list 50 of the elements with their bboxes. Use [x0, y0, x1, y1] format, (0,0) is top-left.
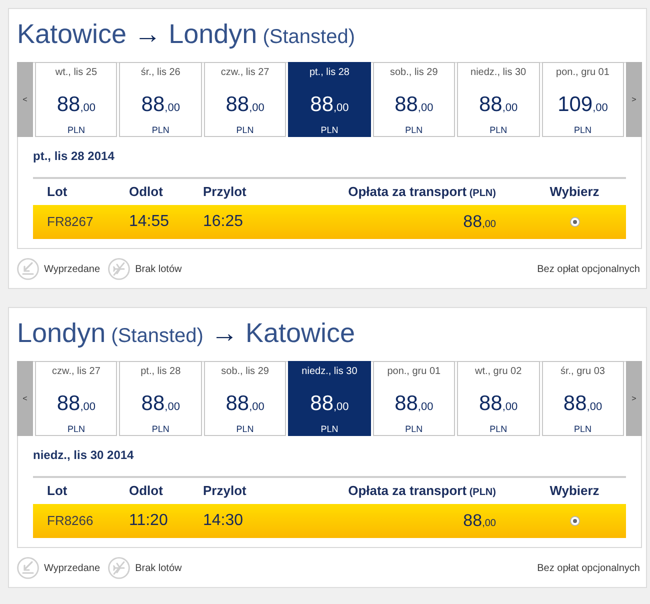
previous-dates-button[interactable]: <	[17, 62, 33, 137]
crossed-plane-icon	[108, 258, 130, 280]
next-dates-button[interactable]: >	[626, 361, 642, 436]
date-tile[interactable]: pt., lis 28 88,00 PLN	[119, 361, 202, 436]
optional-fees-note: Bez opłat opcjonalnych	[537, 562, 640, 576]
flight-number: FR8266	[47, 513, 94, 528]
arrival-time: 16:25	[203, 213, 244, 230]
legend-label: Brak lotów	[135, 262, 182, 276]
column-header: Opłata za transport (PLN)	[348, 483, 496, 498]
select-radio[interactable]	[570, 217, 580, 227]
flight-number: FR8267	[47, 214, 94, 229]
column-header: Przylot	[203, 483, 246, 498]
previous-dates-button[interactable]: <	[17, 361, 33, 436]
column-header: Lot	[47, 184, 68, 199]
departure-time: 14:55	[129, 213, 170, 230]
column-header: Lot	[47, 483, 68, 498]
optional-fees-note: Bez opłat opcjonalnych	[537, 262, 640, 276]
route-title: Londyn (Stansted) → Katowice	[17, 317, 356, 350]
departure-time: 11:20	[129, 512, 168, 529]
date-tile[interactable]: śr., lis 26 88,00 PLN	[119, 62, 202, 137]
crossed-plane-icon	[108, 557, 130, 579]
arrival-time: 14:30	[203, 512, 244, 529]
date-tile[interactable]: czw., lis 27 88,00 PLN	[35, 361, 118, 436]
date-tile[interactable]: pt., lis 28 88,00 PLN	[288, 62, 371, 137]
legend-label: Wyprzedane	[44, 562, 100, 576]
select-radio[interactable]	[570, 516, 580, 526]
route-title: Katowice → Londyn (Stansted)	[17, 18, 356, 51]
column-header: Odlot	[129, 184, 163, 199]
fare-price: 88,00	[463, 511, 496, 530]
date-tile[interactable]: sob., lis 29 88,00 PLN	[204, 361, 286, 436]
selected-date-heading: niedz., lis 30 2014	[33, 447, 135, 463]
date-tile[interactable]: niedz., lis 30 88,00 PLN	[288, 361, 371, 436]
date-tile[interactable]: pon., gru 01 88,00 PLN	[372, 361, 456, 436]
column-header: Wybierz	[550, 483, 600, 498]
selected-date-heading: pt., lis 28 2014	[33, 148, 116, 164]
column-header: Odlot	[129, 483, 163, 498]
date-tile[interactable]: sob., lis 29 88,00 PLN	[372, 62, 456, 137]
column-header: Wybierz	[550, 184, 600, 199]
legend-label: Wyprzedane	[44, 262, 100, 276]
date-tile[interactable]: czw., lis 27 88,00 PLN	[204, 62, 286, 137]
date-tile[interactable]: wt., lis 25 88,00 PLN	[35, 62, 118, 137]
date-tile[interactable]: wt., gru 02 88,00 PLN	[457, 361, 540, 436]
column-header: Opłata za transport (PLN)	[348, 184, 496, 199]
date-tile[interactable]: niedz., lis 30 88,00 PLN	[457, 62, 540, 137]
date-tile[interactable]: pon., gru 01 109,00 PLN	[542, 62, 624, 137]
next-dates-button[interactable]: >	[626, 62, 642, 137]
legend-label: Brak lotów	[135, 562, 182, 576]
date-tile[interactable]: śr., gru 03 88,00 PLN	[542, 361, 624, 436]
fare-price: 88,00	[463, 212, 496, 231]
column-header: Przylot	[203, 184, 246, 199]
